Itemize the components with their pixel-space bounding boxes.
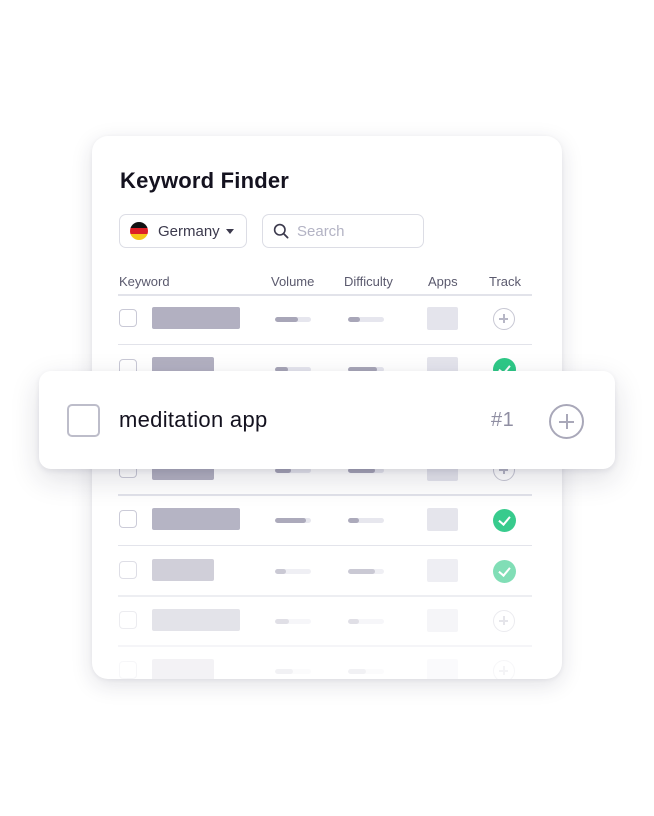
keyword-placeholder — [152, 659, 214, 679]
track-add-icon[interactable] — [549, 404, 584, 439]
volume-indicator-fill — [275, 618, 290, 624]
volume-indicator — [275, 568, 311, 574]
difficulty-indicator — [348, 518, 384, 524]
tracked-check-icon[interactable] — [493, 559, 516, 583]
keyword-placeholder — [152, 608, 240, 631]
search-icon — [273, 223, 289, 239]
germany-flag-icon — [130, 222, 148, 240]
volume-indicator — [275, 618, 311, 624]
difficulty-indicator-fill — [348, 669, 366, 675]
table-row[interactable] — [118, 597, 532, 647]
column-header-difficulty: Difficulty — [344, 274, 393, 289]
difficulty-indicator-fill — [348, 317, 360, 322]
volume-indicator — [275, 317, 311, 322]
keyword-placeholder — [152, 508, 240, 531]
country-select[interactable]: Germany — [119, 214, 247, 248]
volume-indicator-fill — [275, 518, 306, 524]
apps-placeholder — [427, 558, 458, 582]
track-add-icon[interactable] — [493, 660, 515, 679]
apps-placeholder — [427, 508, 458, 532]
highlight-rank: #1 — [491, 409, 515, 431]
column-header-track: Track — [489, 274, 522, 289]
volume-indicator-fill — [275, 317, 299, 322]
volume-indicator-fill — [275, 568, 286, 574]
table-row[interactable] — [118, 547, 532, 597]
highlight-keyword: meditation app — [119, 407, 268, 432]
apps-placeholder — [427, 659, 458, 679]
volume-indicator-fill — [275, 669, 293, 675]
caret-down-icon — [225, 228, 234, 234]
tracked-check-icon[interactable] — [493, 509, 516, 533]
country-label: Germany — [158, 222, 220, 240]
column-header-apps: Apps — [428, 274, 458, 289]
difficulty-indicator — [348, 317, 384, 322]
track-add-icon[interactable] — [493, 308, 515, 330]
row-checkbox[interactable] — [119, 661, 137, 679]
volume-indicator — [275, 669, 311, 675]
keyword-placeholder — [152, 558, 214, 581]
panel-title: Keyword Finder — [120, 168, 290, 193]
volume-indicator — [275, 518, 311, 524]
search-input[interactable] — [297, 222, 413, 240]
difficulty-indicator-fill — [348, 618, 359, 624]
apps-placeholder — [427, 307, 458, 330]
table-row[interactable] — [118, 295, 532, 345]
highlight-checkbox[interactable] — [67, 404, 100, 437]
difficulty-indicator-fill — [348, 568, 375, 574]
difficulty-indicator — [348, 618, 384, 624]
column-header-volume: Volume — [271, 274, 315, 289]
keyword-placeholder — [152, 307, 240, 329]
apps-placeholder — [427, 608, 458, 632]
difficulty-indicator — [348, 669, 384, 675]
column-header-keyword: Keyword — [119, 274, 170, 289]
search-box[interactable] — [262, 214, 424, 248]
row-checkbox[interactable] — [119, 309, 137, 327]
table-row[interactable] — [118, 647, 532, 679]
highlighted-keyword-row[interactable]: meditation app #1 — [39, 371, 615, 469]
row-checkbox[interactable] — [119, 510, 137, 529]
row-checkbox[interactable] — [119, 560, 137, 579]
table-row[interactable] — [118, 496, 532, 547]
difficulty-indicator — [348, 568, 384, 574]
track-add-icon[interactable] — [493, 609, 515, 632]
difficulty-indicator-fill — [348, 518, 359, 524]
row-checkbox[interactable] — [119, 610, 137, 629]
